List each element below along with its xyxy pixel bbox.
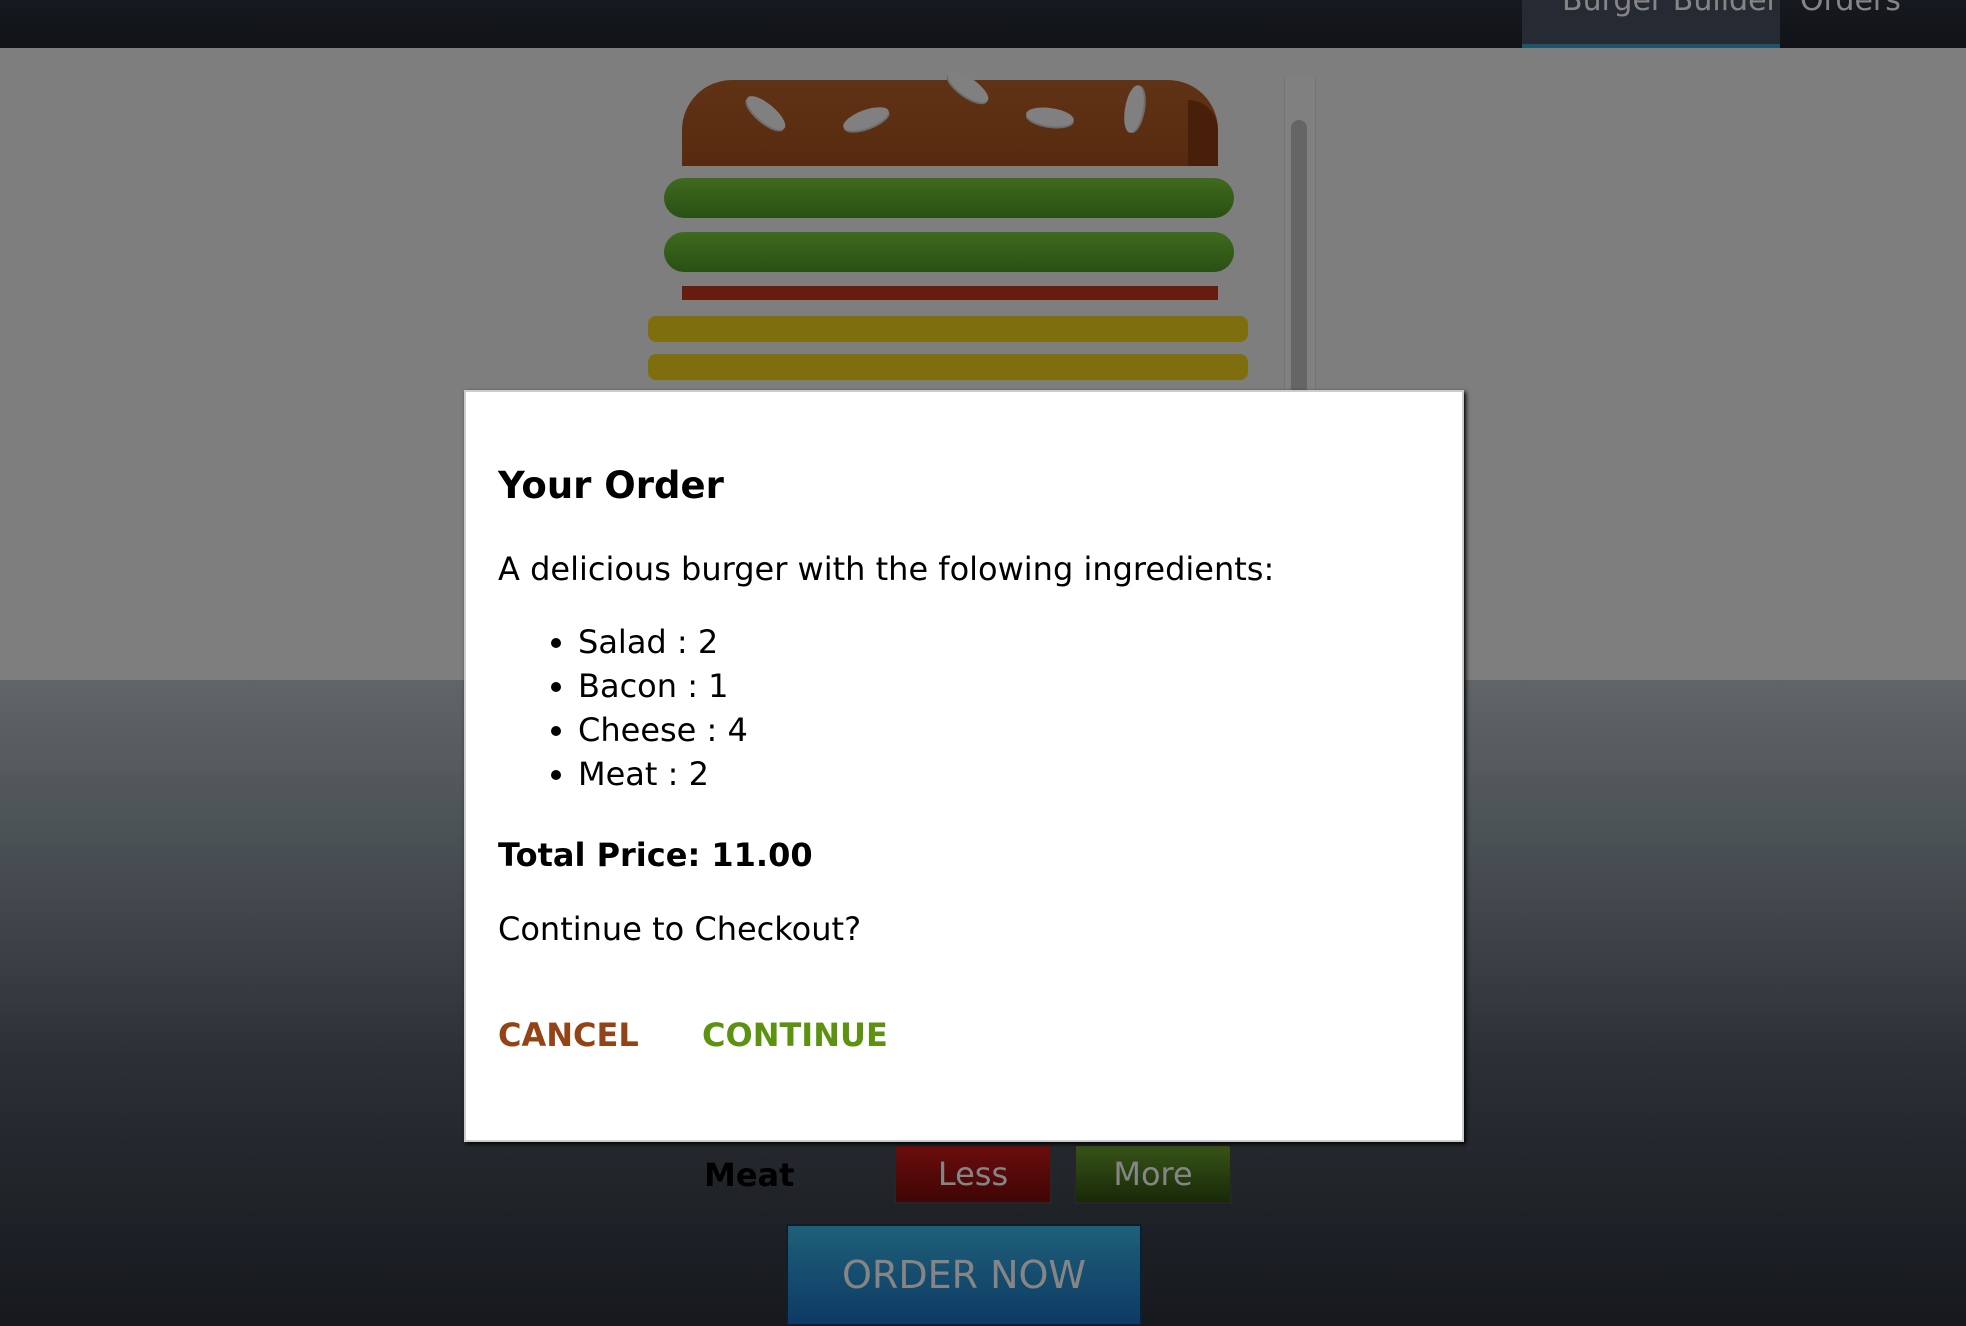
list-item: Bacon : 1 [578,664,748,708]
list-item: Cheese : 4 [578,708,748,752]
list-item: Meat : 2 [578,752,748,796]
order-summary-modal: Your Order A delicious burger with the f… [464,390,1464,1142]
modal-intro: A delicious burger with the folowing ing… [498,550,1275,588]
cancel-button[interactable]: CANCEL [498,1016,639,1054]
modal-title: Your Order [498,464,724,507]
total-price: Total Price: 11.00 [498,836,813,874]
checkout-question: Continue to Checkout? [498,910,862,948]
ingredient-list: Salad : 2 Bacon : 1 Cheese : 4 Meat : 2 [498,620,748,796]
continue-button[interactable]: CONTINUE [702,1016,888,1054]
list-item: Salad : 2 [578,620,748,664]
